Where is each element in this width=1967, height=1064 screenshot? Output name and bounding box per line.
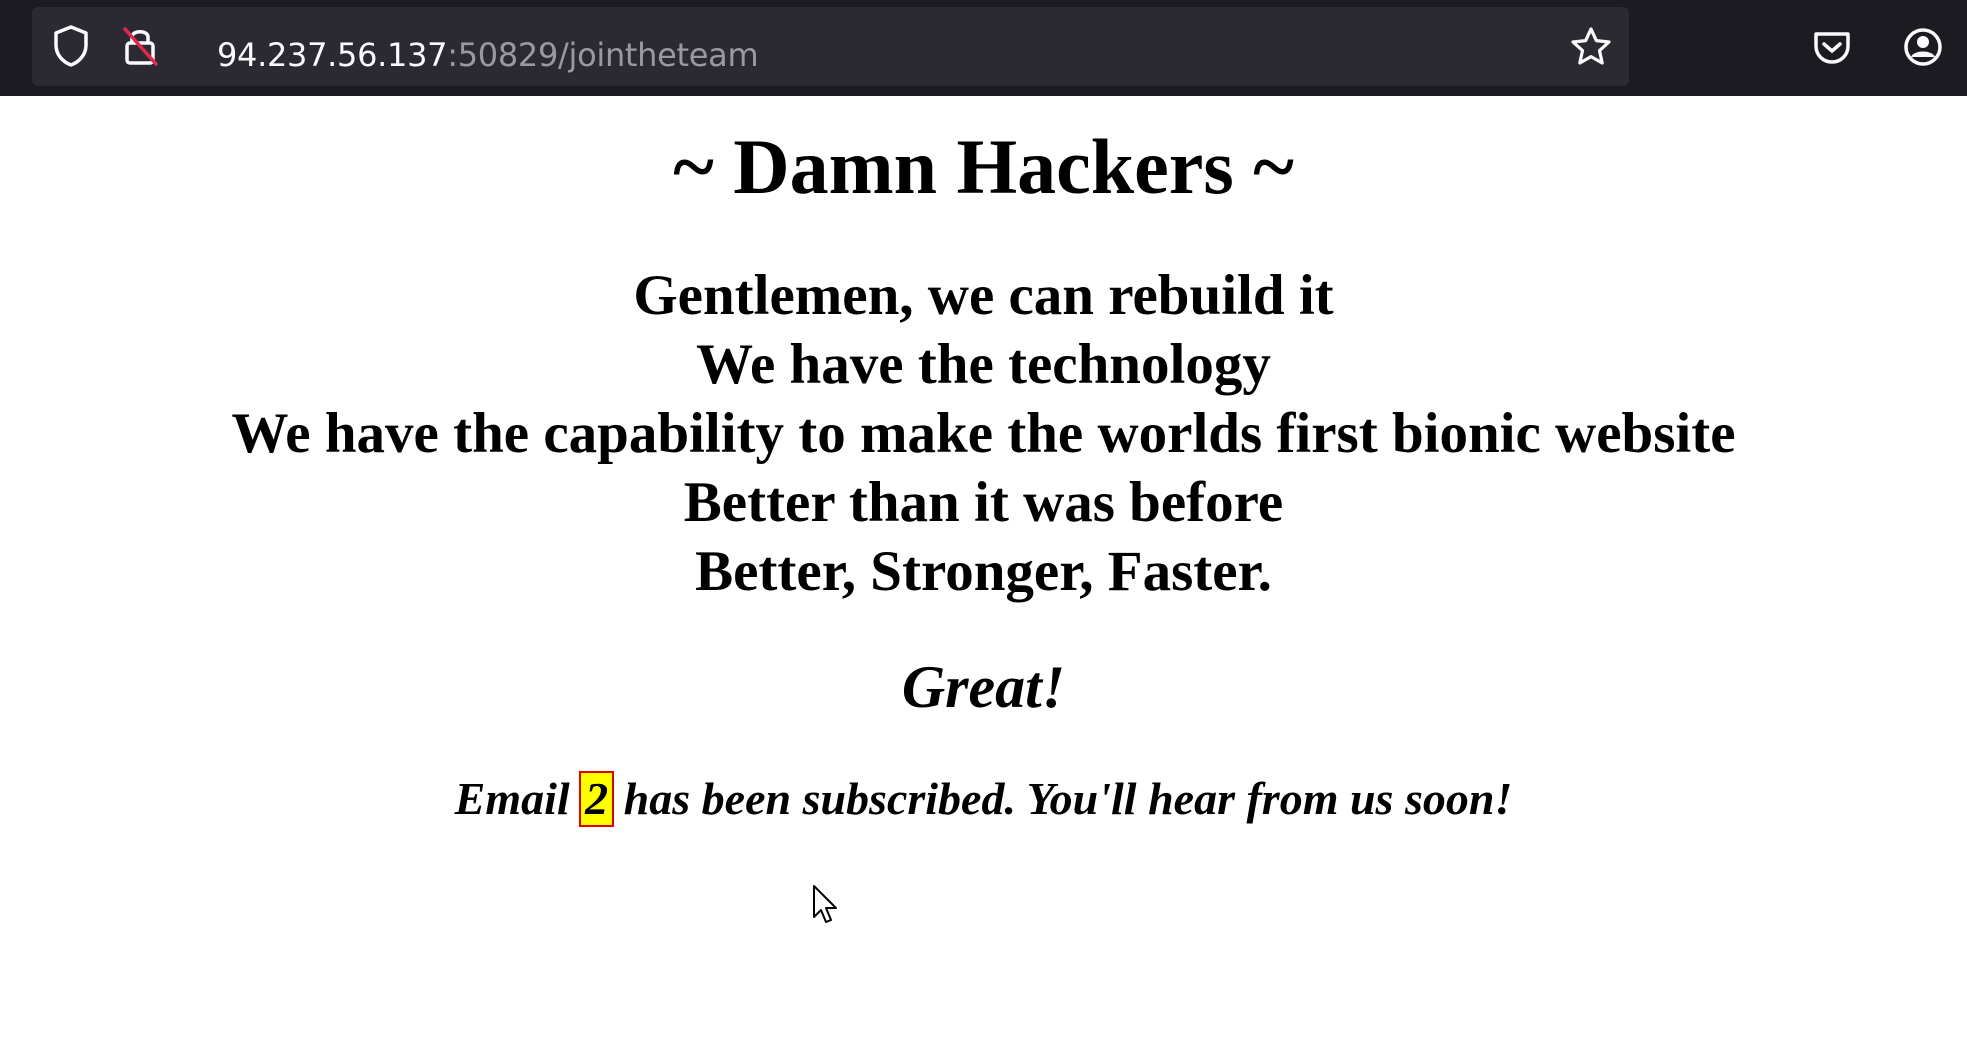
shield-icon[interactable] xyxy=(46,21,96,71)
page-title: ~ Damn Hackers ~ xyxy=(673,123,1294,210)
success-heading: Great! xyxy=(901,654,1066,720)
browser-toolbar: 94.237.56.137:50829/jointheteam xyxy=(0,0,1967,96)
pocket-icon[interactable] xyxy=(1807,22,1857,72)
url-text[interactable]: 94.237.56.137:50829/jointheteam xyxy=(217,33,759,77)
insecure-lock-icon[interactable] xyxy=(115,21,165,71)
subscription-message: Email 2 has been subscribed. You'll hear… xyxy=(0,770,1967,828)
url-path: :50829/jointheteam xyxy=(447,36,759,74)
lyrics-line: We have the capability to make the world… xyxy=(231,402,1736,465)
message-suffix: has been subscribed. You'll hear from us… xyxy=(623,773,1513,824)
address-bar[interactable]: 94.237.56.137:50829/jointheteam xyxy=(32,7,1629,86)
lyrics-line: Better than it was before xyxy=(683,471,1284,534)
lyrics-line: We have the technology xyxy=(696,333,1271,396)
mouse-cursor-icon xyxy=(812,884,842,931)
email-value-highlight: 2 xyxy=(579,771,615,827)
url-host: 94.237.56.137 xyxy=(217,36,448,74)
lyrics-line: Gentlemen, we can rebuild it xyxy=(633,264,1334,327)
lyrics-block: Gentlemen, we can rebuild it We have the… xyxy=(0,261,1967,606)
star-icon[interactable] xyxy=(1566,22,1616,72)
account-icon[interactable] xyxy=(1898,22,1948,72)
message-prefix: Email xyxy=(454,773,570,824)
lyrics-line: Better, Stronger, Faster. xyxy=(695,540,1272,603)
